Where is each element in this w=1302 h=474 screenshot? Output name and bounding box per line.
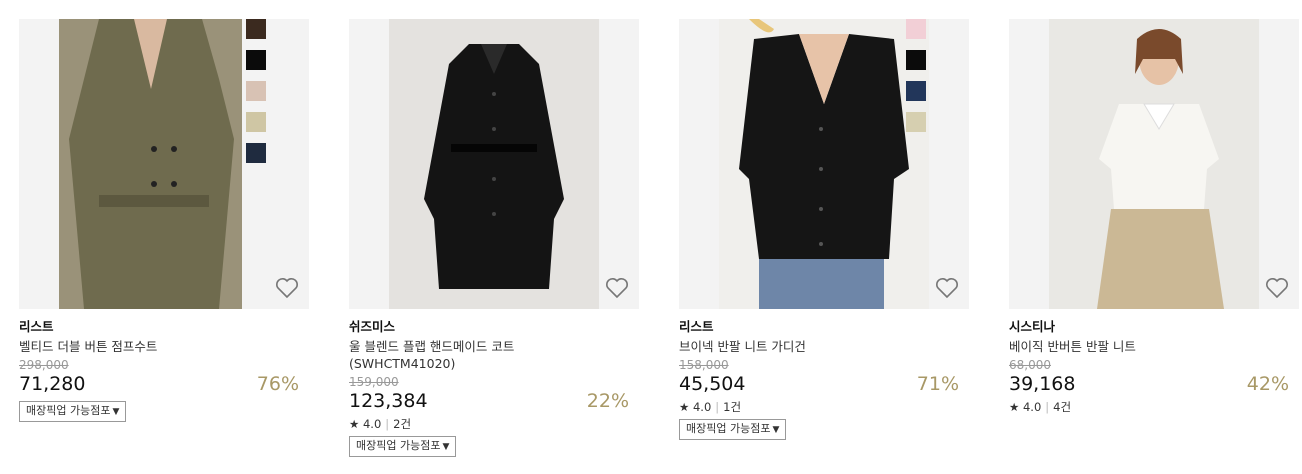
- heart-outline-icon[interactable]: [935, 277, 959, 299]
- color-swatch[interactable]: [906, 50, 926, 70]
- product-card[interactable]: 시스티나 베이직 반버튼 반팔 니트 68,000 39,168 42% ★ 4…: [1009, 19, 1299, 414]
- rating-score: 4.0: [362, 417, 382, 431]
- brand-name[interactable]: 쉬즈미스: [349, 319, 639, 335]
- product-photo: [1049, 19, 1259, 309]
- store-pickup-dropdown[interactable]: 매장픽업 가능점포 ▼: [19, 401, 127, 422]
- sale-price: 71,280: [19, 373, 86, 395]
- product-image[interactable]: [19, 19, 309, 309]
- product-name[interactable]: 베이직 반버튼 반팔 니트: [1009, 338, 1239, 355]
- heart-outline-icon[interactable]: [275, 277, 299, 299]
- product-photo: [719, 19, 929, 309]
- product-card[interactable]: 리스트 브이넥 반팔 니트 가디건 158,000 45,504 71% ★ 4…: [679, 19, 969, 440]
- rating-score: 4.0: [1022, 400, 1042, 414]
- color-swatch[interactable]: [246, 19, 266, 39]
- product-name[interactable]: 울 블렌드 플랩 핸드메이드 코트 (SWHCTM41020): [349, 338, 579, 372]
- color-swatches: [906, 19, 926, 132]
- heart-outline-icon[interactable]: [1265, 277, 1289, 299]
- sale-price: 45,504: [679, 373, 746, 395]
- rating-row: ★ 4.0 | 4건: [1009, 400, 1072, 414]
- pickup-label: 매장픽업 가능점포: [356, 439, 441, 452]
- color-swatch[interactable]: [246, 50, 266, 70]
- store-pickup-dropdown[interactable]: 매장픽업 가능점포 ▼: [679, 419, 787, 440]
- caret-down-icon: ▼: [772, 425, 780, 435]
- review-count[interactable]: 2건: [393, 417, 411, 431]
- product-card[interactable]: 리스트 벨티드 더블 버튼 점프수트 298,000 71,280 76% 매장…: [19, 19, 309, 422]
- color-swatch[interactable]: [246, 143, 266, 163]
- brand-name[interactable]: 시스티나: [1009, 319, 1299, 335]
- color-swatch[interactable]: [246, 112, 266, 132]
- review-count[interactable]: 1건: [723, 400, 741, 414]
- rating-row: ★ 4.0 | 2건: [349, 417, 412, 431]
- discount-rate: 42%: [1246, 373, 1289, 395]
- heart-outline-icon[interactable]: [605, 277, 629, 299]
- store-pickup-dropdown[interactable]: 매장픽업 가능점포 ▼: [349, 436, 457, 457]
- original-price: 158,000: [679, 358, 729, 372]
- discount-rate: 76%: [256, 373, 299, 395]
- color-swatch[interactable]: [246, 81, 266, 101]
- caret-down-icon: ▼: [112, 407, 120, 417]
- product-photo: [59, 19, 242, 309]
- pickup-label: 매장픽업 가능점포: [26, 404, 111, 417]
- brand-name[interactable]: 리스트: [19, 319, 309, 335]
- product-card[interactable]: 쉬즈미스 울 블렌드 플랩 핸드메이드 코트 (SWHCTM41020) 159…: [349, 19, 639, 457]
- review-count[interactable]: 4건: [1053, 400, 1071, 414]
- product-name[interactable]: 브이넥 반팔 니트 가디건: [679, 338, 909, 355]
- product-image[interactable]: [1009, 19, 1299, 309]
- product-name[interactable]: 벨티드 더블 버튼 점프수트: [19, 338, 249, 355]
- star-icon: ★: [349, 417, 360, 431]
- original-price: 159,000: [349, 375, 399, 389]
- color-swatches: [246, 19, 266, 163]
- product-image[interactable]: [349, 19, 639, 309]
- sale-price: 39,168: [1009, 373, 1076, 395]
- product-image[interactable]: [679, 19, 969, 309]
- star-icon: ★: [1009, 400, 1020, 414]
- rating-score: 4.0: [692, 400, 712, 414]
- caret-down-icon: ▼: [442, 442, 450, 452]
- discount-rate: 22%: [586, 390, 629, 412]
- color-swatch[interactable]: [906, 112, 926, 132]
- product-photo: [389, 19, 599, 309]
- color-swatch[interactable]: [906, 19, 926, 39]
- discount-rate: 71%: [916, 373, 959, 395]
- rating-row: ★ 4.0 | 1건: [679, 400, 742, 414]
- color-swatch[interactable]: [906, 81, 926, 101]
- brand-name[interactable]: 리스트: [679, 319, 969, 335]
- star-icon: ★: [679, 400, 690, 414]
- pickup-label: 매장픽업 가능점포: [686, 422, 771, 435]
- sale-price: 123,384: [349, 390, 428, 412]
- original-price: 68,000: [1009, 358, 1051, 372]
- original-price: 298,000: [19, 358, 69, 372]
